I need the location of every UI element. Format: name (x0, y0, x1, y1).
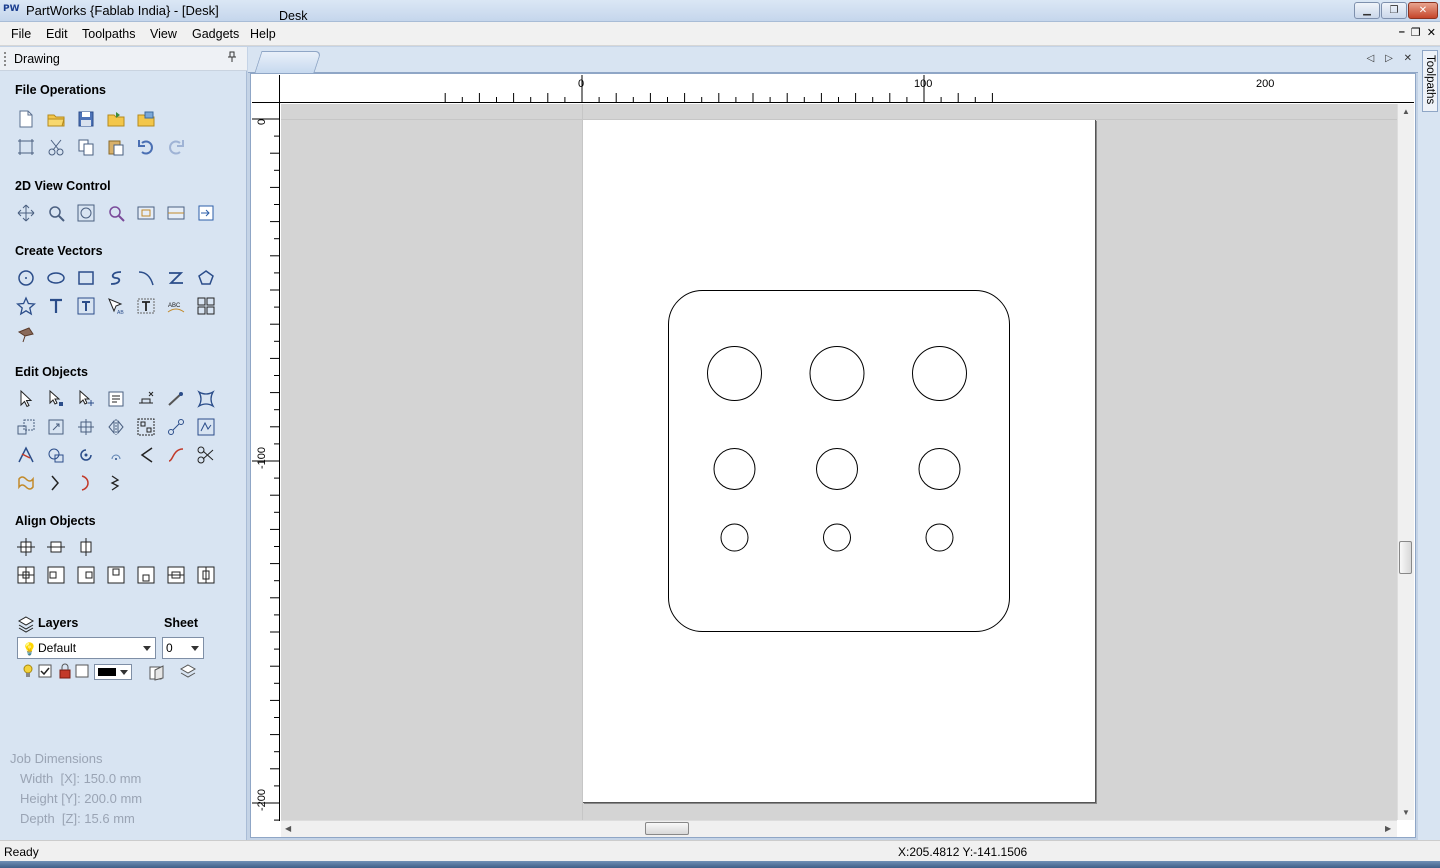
horizontal-scrollbar[interactable] (281, 820, 1397, 837)
vector-circle[interactable] (912, 346, 967, 401)
vector-circle[interactable] (918, 448, 961, 490)
os-taskbar (0, 861, 1440, 868)
scroll-left-icon[interactable]: ◀ (285, 824, 291, 833)
vector-circle[interactable] (925, 523, 954, 552)
vector-circle[interactable] (707, 346, 762, 401)
vector-circle[interactable] (720, 523, 749, 552)
status-bar: Ready X:205.4812 Y:-141.1506 (0, 840, 1440, 861)
vector-circle[interactable] (713, 448, 756, 490)
status-text: Ready (4, 845, 39, 859)
vertical-scroll-thumb[interactable] (1399, 541, 1412, 574)
vector-circle[interactable] (816, 448, 858, 490)
scroll-right-icon[interactable]: ▶ (1385, 824, 1391, 833)
vector-drawing (668, 290, 1010, 632)
scroll-up-icon[interactable]: ▲ (1402, 107, 1410, 116)
vector-circle[interactable] (823, 523, 851, 552)
scroll-down-icon[interactable]: ▼ (1402, 808, 1410, 817)
cursor-coordinates: X:205.4812 Y:-141.1506 (898, 845, 1028, 859)
vector-circle[interactable] (809, 346, 865, 401)
vertical-scrollbar[interactable] (1397, 104, 1414, 820)
horizontal-scroll-thumb[interactable] (645, 822, 689, 835)
